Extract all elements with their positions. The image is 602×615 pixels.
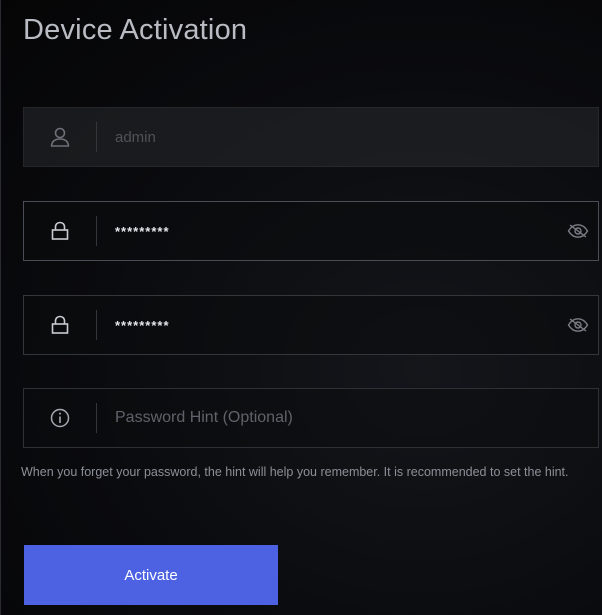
password-field[interactable]: ********* <box>23 201 599 261</box>
eye-hidden-icon[interactable] <box>558 202 598 260</box>
eye-hidden-icon[interactable] <box>558 296 598 354</box>
lock-icon <box>24 202 96 260</box>
page-title: Device Activation <box>23 14 248 46</box>
password-hint-input[interactable]: Password Hint (Optional) <box>97 409 598 427</box>
password-input[interactable]: ********* <box>97 224 558 239</box>
confirm-password-input[interactable]: ********* <box>97 318 558 333</box>
lock-icon <box>24 296 96 354</box>
username-value: admin <box>115 128 156 146</box>
username-field: admin <box>23 107 599 167</box>
user-icon <box>24 108 96 166</box>
activate-button[interactable]: Activate <box>24 545 278 605</box>
password-hint-field[interactable]: Password Hint (Optional) <box>23 388 599 448</box>
confirm-password-field[interactable]: ********* <box>23 295 599 355</box>
activation-panel: Device Activation admin ********* ******… <box>0 0 602 615</box>
info-icon <box>24 389 96 447</box>
hint-helper-text: When you forget your password, the hint … <box>21 465 569 479</box>
